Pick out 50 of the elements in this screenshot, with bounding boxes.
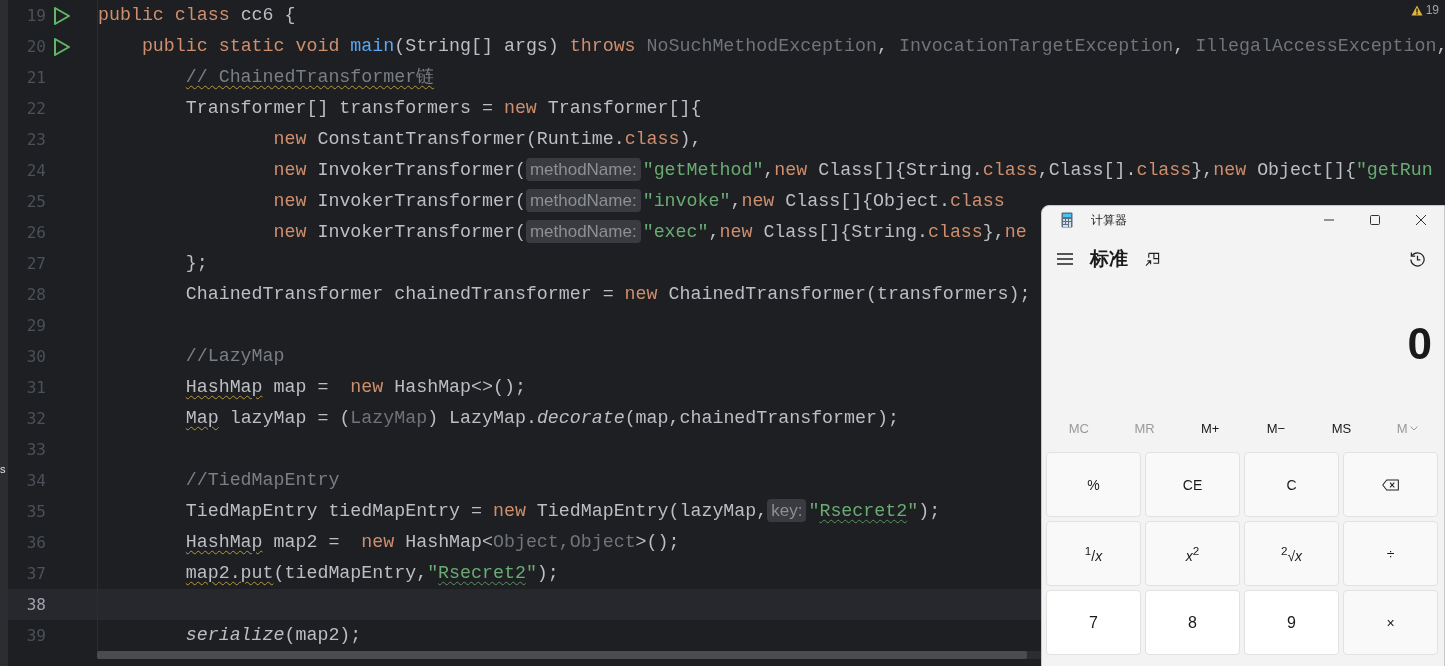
calculator-icon [1061,212,1073,228]
mode-title: 标准 [1090,247,1128,271]
menu-button[interactable] [1057,253,1073,265]
code-line: public static void main(String[] args) throws NoSuchMethodException, InvocationTargetException, IllegalAccessException, [140,36,1445,56]
code-line: ChainedTransformer chainedTransformer = new ChainedTransformer(transformers); [184,284,1031,304]
warning-icon[interactable] [1410,4,1423,16]
calculator-key[interactable]: 8 [1145,590,1240,655]
panel-label: s [0,463,6,475]
code-line: new ConstantTransformer(Runtime.class), [272,129,702,149]
caret-icon [1409,425,1418,431]
scrollbar-thumb[interactable] [97,651,1027,659]
calculator-key[interactable]: ÷ [1343,521,1438,586]
code-line: //TiedMapEntry [184,470,340,490]
line-number: 38 [25,595,46,614]
code-line: new InvokerTransformer( methodName: "exec",new Class[]{String.class},ne [272,222,1027,242]
display-value: 0 [1407,320,1432,368]
backspace-icon [1382,478,1399,491]
code-line: HashMap map2 = new HashMap<Object,Object>(); [184,532,680,552]
code-line: }; [184,253,208,273]
memory-button[interactable]: MS [1308,416,1375,440]
code-line: //LazyMap [184,346,285,366]
code-line: Map lazyMap = (LazyMap) LazyMap.decorate(map,chainedTransformer); [184,408,899,428]
calculator-key[interactable]: $^{1}$/x [1046,521,1141,586]
calculator-key[interactable]: × [1343,590,1438,655]
maximize-icon [1369,214,1381,226]
calculator-key[interactable]: C [1244,452,1339,517]
memory-button[interactable]: M+ [1177,416,1243,440]
history-icon[interactable] [1409,250,1426,268]
memory-button[interactable]: M− [1243,416,1309,440]
calculator-key[interactable]: x$^{2}$ [1145,521,1240,586]
code-line: // ChainedTransformer链 [184,67,435,87]
code-line: Transformer[] transformers = new Transformer[]{ [184,98,702,118]
run-icon[interactable] [53,5,71,26]
calculator-key[interactable]: 7 [1046,590,1141,655]
code-line: HashMap map = new HashMap<>(); [184,377,526,397]
code-line: new InvokerTransformer( methodName: "getMethod",new Class[]{String.class,Class[].class},new Object[]{"getRun [272,160,1433,180]
calculator-key[interactable]: CE [1145,452,1240,517]
run-icon[interactable] [53,36,71,57]
warning-count: 19 [1425,3,1439,17]
code-line: serialize(map2); [184,625,362,645]
code-line: TiedMapEntry tiedMapEntry = new TiedMapEntry(lazyMap, key: "Rsecret2"); [184,501,941,521]
code-line: new InvokerTransformer( methodName: "invoke",new Class[]{Object.class [272,191,1005,211]
calculator-key[interactable]: 9 [1244,590,1339,655]
calculator-key[interactable]: % [1046,452,1141,517]
code-line: public class cc6 { [98,5,296,25]
window-title: 计算器 [1091,211,1127,229]
code-line: map2.put(tiedMapEntry,"Rsecret2"); [184,563,559,583]
keep-on-top-icon[interactable] [1145,251,1160,267]
calculator-key[interactable]: $^{2}$√x [1244,521,1339,586]
close-icon [1415,214,1427,226]
